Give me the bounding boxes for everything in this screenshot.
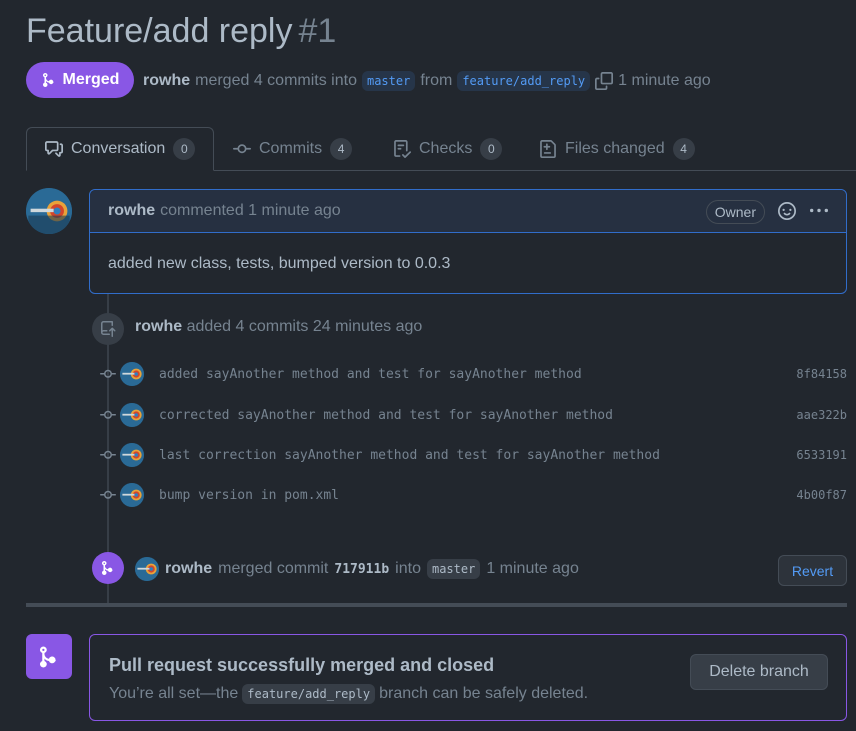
pr-description-comment: rowhe commented 1 minute ago Owner added… (89, 189, 847, 294)
avatar[interactable] (120, 443, 144, 467)
merge-target-branch[interactable]: master (426, 559, 481, 579)
git-commit-icon (96, 447, 120, 463)
pr-meta: rowhe merged 4 commits into master from … (143, 70, 711, 92)
avatar[interactable] (120, 403, 144, 427)
comment-discussion-icon (45, 141, 63, 157)
git-commit-icon (233, 144, 251, 154)
merged-sub-after: branch can be safely deleted. (379, 685, 589, 702)
avatar[interactable] (120, 483, 144, 507)
tab-conversation[interactable]: Conversation 0 (26, 127, 215, 171)
owner-badge: Owner (705, 200, 765, 224)
delete-branch-button[interactable]: Delete branch (690, 654, 828, 690)
list-item[interactable]: bump version in pom.xml 4b00f87 (96, 483, 847, 507)
repo-push-icon (92, 313, 124, 345)
merge-event-text: merged commit (218, 560, 329, 577)
git-merge-icon (26, 634, 72, 679)
comment-body: added new class, tests, bumped version t… (108, 255, 451, 272)
merge-commit-sha-link[interactable]: 717911b (334, 562, 389, 577)
kebab-horizontal-icon[interactable] (810, 202, 828, 220)
commit-sha-link[interactable]: 8f84158 (796, 367, 847, 381)
merged-status-box: Pull request successfully merged and clo… (89, 634, 847, 721)
avatar[interactable] (120, 362, 144, 386)
commit-sha-link[interactable]: 6533191 (796, 448, 847, 462)
git-commit-icon (96, 366, 120, 382)
commit-sha-link[interactable]: aae322b (796, 408, 847, 422)
tab-checks[interactable]: Checks 0 (375, 127, 520, 171)
revert-button[interactable]: Revert (778, 555, 847, 586)
tab-checks-label: Checks (419, 140, 473, 157)
pr-title: Feature/add reply #1 (26, 12, 336, 51)
git-merge-icon (92, 552, 124, 584)
tab-commits-count: 4 (330, 138, 353, 160)
avatar-image (26, 188, 72, 234)
merged-status-title: Pull request successfully merged and clo… (109, 655, 495, 675)
merged-status-subtitle: You’re all set—the feature/add_reply bra… (109, 684, 588, 704)
tab-commits[interactable]: Commits 4 (215, 127, 370, 171)
smiley-icon[interactable] (778, 202, 796, 220)
base-branch-label[interactable]: master (361, 71, 416, 91)
commits-added-text: added 4 commits 24 minutes ago (186, 318, 423, 335)
merge-into-text: into (395, 560, 421, 577)
timeline-divider (26, 603, 847, 607)
pr-time: 1 minute ago (618, 72, 711, 89)
tab-files-changed[interactable]: Files changed 4 (521, 127, 713, 171)
list-item[interactable]: corrected sayAnother method and test for… (96, 403, 847, 427)
pr-number: #1 (298, 12, 337, 50)
list-item[interactable]: last correction sayAnother method and te… (96, 443, 847, 467)
comment-header: rowhe commented 1 minute ago Owner (90, 190, 846, 233)
from-text: from (420, 72, 453, 89)
commit-message-link[interactable]: corrected sayAnother method and test for… (159, 408, 613, 423)
git-commit-icon (96, 407, 120, 423)
file-diff-icon (540, 140, 556, 158)
head-branch-label[interactable]: feature/add_reply (457, 71, 591, 91)
merged-state-label: Merged (62, 71, 120, 88)
merged-commits-text: merged 4 commits into (195, 72, 357, 89)
commit-message-link[interactable]: added sayAnother method and test for say… (159, 367, 582, 382)
comment-action: commented 1 minute ago (160, 202, 341, 219)
tab-commits-label: Commits (259, 140, 323, 157)
commits-author-link[interactable]: rowhe (135, 318, 182, 335)
commit-sha-link[interactable]: 4b00f87 (796, 488, 847, 502)
merge-event: rowhe merged commit 717911b into master … (135, 556, 579, 582)
git-commit-icon (96, 487, 120, 503)
commit-message-link[interactable]: last correction sayAnother method and te… (159, 448, 660, 463)
tab-conversation-count: 0 (173, 138, 196, 160)
tab-checks-count: 0 (480, 138, 503, 160)
avatar[interactable] (135, 557, 159, 581)
tab-files-changed-count: 4 (672, 138, 695, 160)
merge-event-time: 1 minute ago (486, 560, 579, 577)
tab-files-changed-label: Files changed (565, 140, 665, 157)
tab-conversation-label: Conversation (71, 140, 166, 157)
merged-state-badge: Merged (26, 62, 134, 98)
merge-author-link[interactable]: rowhe (165, 560, 212, 578)
deletable-branch-label[interactable]: feature/add_reply (242, 684, 376, 704)
commits-added-event: rowhe added 4 commits 24 minutes ago (135, 318, 422, 336)
copy-icon[interactable] (595, 72, 614, 90)
merged-sub-before: You’re all set—the (109, 685, 239, 702)
pr-title-text: Feature/add reply (26, 12, 293, 50)
git-merge-icon (42, 73, 54, 88)
comment-author-link[interactable]: rowhe (108, 202, 155, 220)
avatar[interactable] (26, 188, 72, 234)
pr-author-link[interactable]: rowhe (143, 72, 190, 90)
checklist-icon (394, 140, 411, 158)
list-item[interactable]: added sayAnother method and test for say… (96, 362, 847, 386)
commit-message-link[interactable]: bump version in pom.xml (159, 488, 339, 503)
